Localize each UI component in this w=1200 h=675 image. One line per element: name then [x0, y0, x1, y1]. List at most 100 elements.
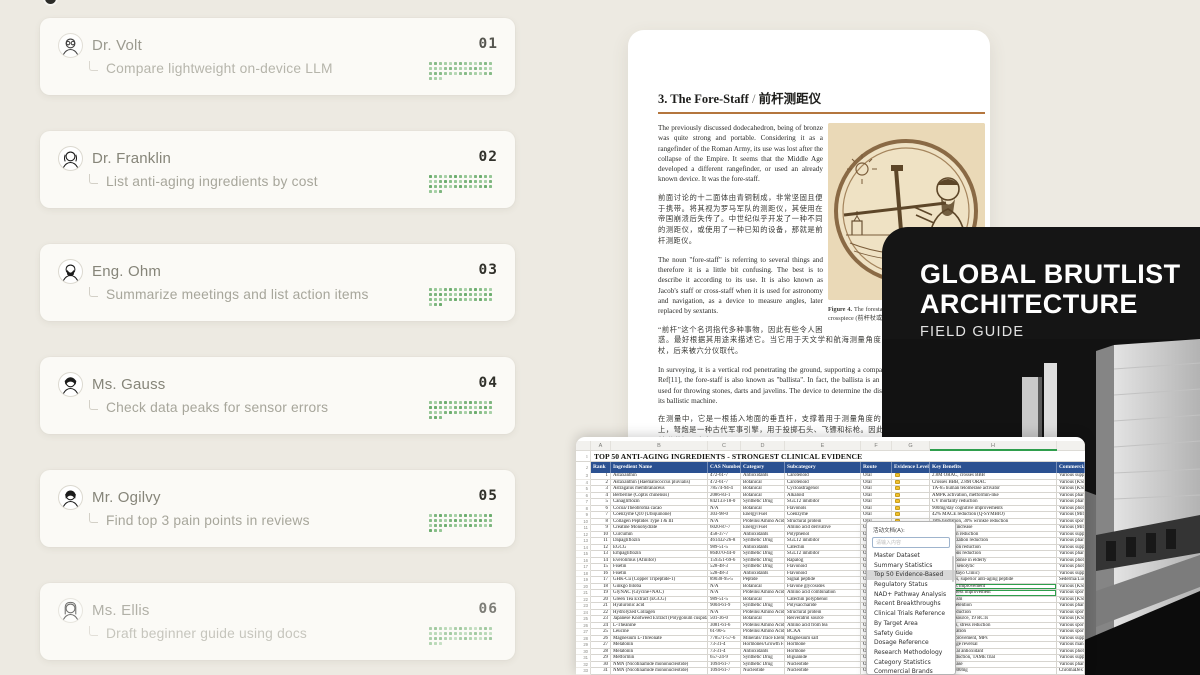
column-letter[interactable]: C	[708, 441, 741, 450]
clipped-avatar	[43, 0, 58, 6]
evidence-level-icon	[895, 499, 900, 503]
dropdown-item[interactable]: By Target Area	[867, 619, 955, 629]
subtask-elbow-icon	[89, 513, 98, 523]
progress-dots	[429, 627, 498, 644]
task-number: 02	[479, 149, 498, 165]
agent-name: Eng. Ohm	[92, 263, 161, 280]
task-number: 01	[479, 36, 498, 52]
task-description: Summarize meetings and list action items	[106, 287, 369, 302]
task-card[interactable]: Mr. Ogilvy05Find top 3 pain points in re…	[40, 470, 515, 547]
dropdown-scrollbar[interactable]	[952, 556, 955, 582]
column-header[interactable]: Ingredient Name	[611, 462, 708, 473]
spreadsheet-window[interactable]: ABCDEFGH 1 TOP 50 ANTI-AGING INGREDIENTS…	[576, 437, 1085, 675]
subtask-elbow-icon	[89, 626, 98, 636]
avatar	[58, 598, 83, 623]
sheet-title: TOP 50 ANTI-AGING INGREDIENTS - STRONGES…	[591, 452, 862, 461]
progress-dots	[429, 62, 498, 79]
guide-title: GLOBAL BRUTLISTARCHITECTURE	[920, 259, 1180, 319]
dropdown-item[interactable]: Category Statistics	[867, 658, 955, 668]
avatar	[58, 259, 83, 284]
dropdown-item[interactable]: Top 50 Evidence-Based	[867, 570, 955, 580]
agent-name: Ms. Ellis	[92, 602, 150, 619]
dropdown-item[interactable]: Summary Statistics	[867, 561, 955, 571]
task-card[interactable]: Ms. Ellis 06 Draft beginner guide using do…	[40, 583, 515, 660]
column-header[interactable]: Category	[741, 462, 785, 473]
row-number: 2	[576, 462, 591, 473]
column-letter[interactable]: B	[611, 441, 708, 450]
sheet-header-row[interactable]: 2RankIngredient NameCAS NumberCategorySu…	[576, 462, 1085, 473]
agent-name: Dr. Volt	[92, 37, 142, 54]
progress-dots	[429, 175, 498, 192]
dropdown-item[interactable]: Research Methodology	[867, 648, 955, 658]
column-letter[interactable]: A	[591, 441, 611, 450]
cell-subcategory: Nucleotide	[785, 668, 861, 675]
cell-commercial: ChromaDex (	[1057, 668, 1085, 675]
avatar	[58, 146, 83, 171]
title-rule	[658, 112, 985, 114]
column-header[interactable]: Evidence Level	[892, 462, 930, 473]
row-number: 33	[576, 668, 591, 675]
selected-column-indicator	[930, 449, 1057, 451]
task-description: Find top 3 pain points in reviews	[106, 513, 310, 528]
task-description: Check data peaks for sensor errors	[106, 400, 328, 415]
task-card[interactable]: Ms. Gauss04Check data peaks for sensor e…	[40, 357, 515, 434]
column-header[interactable]: CAS Number	[708, 462, 741, 473]
task-number: 04	[479, 375, 498, 391]
dropdown-item[interactable]: Safety Guide	[867, 629, 955, 639]
dropdown-search-input[interactable]	[872, 537, 950, 548]
evidence-level-icon	[895, 480, 900, 484]
row-number: 1	[576, 451, 591, 461]
dropdown-header-label: 活动文档(A):	[867, 522, 955, 536]
dropdown-item[interactable]: Recent Breakthroughs	[867, 599, 955, 609]
subtask-elbow-icon	[89, 400, 98, 410]
column-header[interactable]: Key Benefits	[930, 462, 1057, 473]
subtask-elbow-icon	[89, 287, 98, 297]
column-header[interactable]: Subcategory	[785, 462, 861, 473]
column-letter[interactable]	[1057, 441, 1085, 450]
dropdown-item[interactable]: Master Dataset	[867, 551, 955, 561]
evidence-level-icon	[895, 512, 900, 516]
screenshot-stage: Dr. Volt 01 Compare lightweight on-device …	[0, 0, 1200, 675]
cell-cas: 1094-61-7	[708, 668, 741, 675]
column-letter[interactable]: F	[861, 441, 892, 450]
dropdown-item[interactable]: Commercial Brands	[867, 667, 955, 675]
dropdown-item[interactable]: Dosage Reference	[867, 638, 955, 648]
task-number: 03	[479, 262, 498, 278]
agent-name: Dr. Franklin	[92, 150, 171, 167]
avatar	[58, 485, 83, 510]
column-header[interactable]: Route	[861, 462, 892, 473]
task-card[interactable]: Dr. Volt 01 Compare lightweight on-device …	[40, 18, 515, 95]
column-letter[interactable]: D	[741, 441, 785, 450]
subtask-elbow-icon	[89, 174, 98, 184]
task-description: List anti-aging ingredients by cost	[106, 174, 318, 189]
corner-cell	[576, 441, 591, 450]
document-title: 3. The Fore-Staff / 前杆测距仪	[658, 88, 985, 107]
subtask-elbow-icon	[89, 61, 98, 71]
cell-name: NMN (Nicotinamide mononucleotide)	[611, 668, 708, 675]
task-card[interactable]: Dr. Franklin 02 List anti-aging ingredient…	[40, 131, 515, 208]
guide-subtitle: FIELD GUIDE	[920, 324, 1024, 340]
dropdown-item[interactable]: Clinical Trials Reference	[867, 609, 955, 619]
table-row[interactable]: 3331NMN (Nicotinamide mononucleotide)109…	[576, 668, 1085, 675]
sheet-title-row: 1 TOP 50 ANTI-AGING INGREDIENTS - STRONG…	[576, 451, 1085, 462]
task-description: Compare lightweight on-device LLM	[106, 61, 333, 76]
dropdown-item[interactable]: NAD+ Pathway Analysis	[867, 590, 955, 600]
column-header[interactable]: Rank	[591, 462, 611, 473]
task-card[interactable]: Eng. Ohm 03 Summarize meetings and list ac…	[40, 244, 515, 321]
evidence-level-icon	[895, 493, 900, 497]
task-card-list: Dr. Volt 01 Compare lightweight on-device …	[40, 18, 515, 675]
task-number: 06	[479, 601, 498, 617]
dropdown-item-list: Master DatasetSummary StatisticsTop 50 E…	[867, 551, 955, 675]
column-letter[interactable]: E	[785, 441, 861, 450]
progress-dots	[429, 401, 498, 418]
dropdown-item[interactable]: Regulatory Status	[867, 580, 955, 590]
evidence-level-icon	[895, 506, 900, 510]
cell-rank: 31	[591, 668, 611, 675]
task-description: Draft beginner guide using docs	[106, 626, 307, 641]
progress-dots	[429, 288, 498, 305]
column-header[interactable]: Commercial Br	[1057, 462, 1085, 473]
avatar	[58, 33, 83, 58]
sheet-selector-dropdown[interactable]: 活动文档(A): Master DatasetSummary Statistic…	[866, 521, 956, 675]
column-letter[interactable]: G	[892, 441, 930, 450]
progress-dots	[429, 514, 498, 531]
